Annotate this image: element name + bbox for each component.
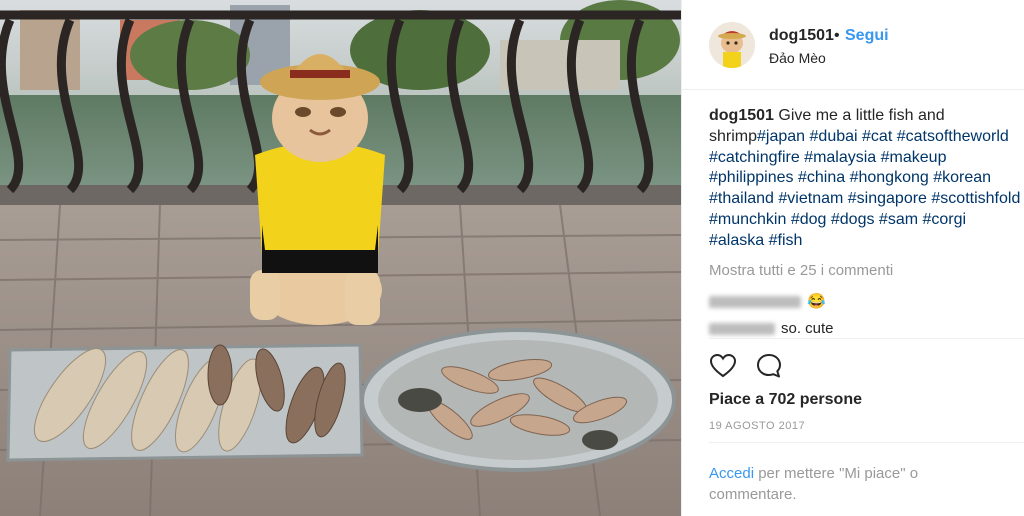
hidden-comment-author[interactable] xyxy=(709,296,801,309)
likes-count[interactable]: Piace a 702 persone xyxy=(709,391,862,409)
post-side-panel: dog1501 • Segui Đảo Mèo dog1501 Give me … xyxy=(681,0,1024,516)
cat-with-fish-photo xyxy=(0,0,681,516)
follow-button[interactable]: Segui xyxy=(845,27,889,45)
hashtag-link[interactable]: #corgi xyxy=(923,211,967,228)
post-date[interactable]: 19 AGOSTO 2017 xyxy=(709,420,805,432)
hashtag-link[interactable]: #malaysia xyxy=(804,149,876,166)
hashtag-link[interactable]: #hongkong xyxy=(850,169,929,186)
login-link[interactable]: Accedi xyxy=(709,465,754,482)
divider xyxy=(709,338,1024,339)
caption-username[interactable]: dog1501 xyxy=(709,107,774,124)
comment-text: 😂 xyxy=(807,293,826,310)
hashtag-link[interactable]: #catsoftheworld xyxy=(897,128,1009,145)
heart-icon[interactable] xyxy=(709,352,737,380)
speech-bubble-icon[interactable] xyxy=(755,352,783,380)
avatar-image xyxy=(709,22,755,68)
hashtag-link[interactable]: #munchkin xyxy=(709,211,786,228)
hashtag-link[interactable]: #dogs xyxy=(831,211,875,228)
hashtag-link[interactable]: #thailand xyxy=(709,190,774,207)
comment-text: so. cute xyxy=(781,320,834,337)
location-link[interactable]: Đảo Mèo xyxy=(769,50,826,66)
hashtag-link[interactable]: #scottishfold xyxy=(931,190,1020,207)
fish-tray xyxy=(6,343,364,462)
hashtag-link[interactable]: #china xyxy=(798,169,845,186)
view-all-comments-link[interactable]: Mostra tutti e 25 i commenti xyxy=(709,262,893,279)
hidden-comment-author[interactable] xyxy=(709,323,775,336)
hashtag-link[interactable]: #cat xyxy=(862,128,892,145)
hashtag-link[interactable]: #alaska xyxy=(709,232,764,249)
hashtag-link[interactable]: #philippines xyxy=(709,169,794,186)
login-prompt: Accedi per mettere "Mi piace" o commenta… xyxy=(709,463,969,505)
post-caption: dog1501 Give me a little fish and shrimp… xyxy=(709,106,1021,252)
hashtag-link[interactable]: #fish xyxy=(769,232,803,249)
hashtag-list: #japan #dubai #cat #catsoftheworld #catc… xyxy=(709,128,1020,249)
comment-item: so. cute xyxy=(709,320,834,337)
username-link[interactable]: dog1501 xyxy=(769,27,834,45)
hashtag-link[interactable]: #makeup xyxy=(881,149,947,166)
avatar[interactable] xyxy=(709,22,755,68)
separator-dot: • xyxy=(834,27,840,44)
shrimp-tray xyxy=(360,328,676,472)
hashtag-link[interactable]: #vietnam xyxy=(778,190,843,207)
comment-item: 😂 xyxy=(709,292,826,310)
hashtag-link[interactable]: #japan xyxy=(757,128,805,145)
hashtag-link[interactable]: #dog xyxy=(791,211,827,228)
hashtag-link[interactable]: #singapore xyxy=(848,190,927,207)
hashtag-link[interactable]: #dubai xyxy=(810,128,858,145)
post-header: dog1501 • Segui Đảo Mèo xyxy=(682,0,1024,90)
post-photo xyxy=(0,0,681,516)
hashtag-link[interactable]: #sam xyxy=(879,211,918,228)
hashtag-link[interactable]: #catchingfire xyxy=(709,149,800,166)
hashtag-link[interactable]: #korean xyxy=(933,169,991,186)
divider xyxy=(709,442,1024,443)
